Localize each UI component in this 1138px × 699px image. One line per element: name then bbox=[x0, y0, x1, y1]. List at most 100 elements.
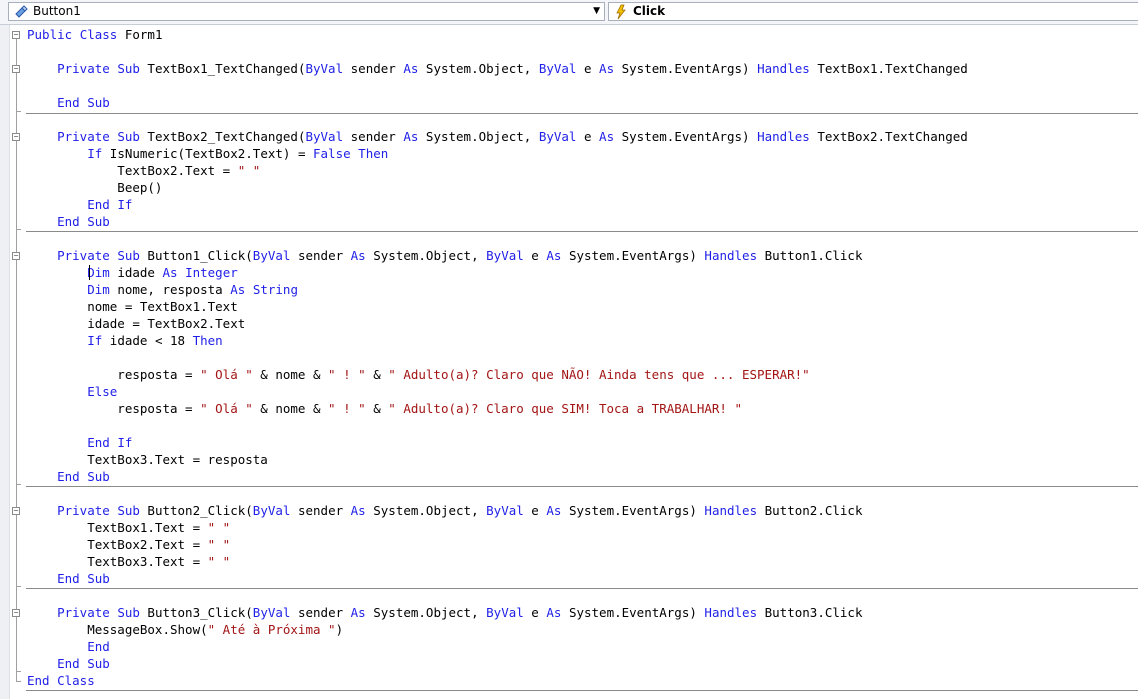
code-keyword: Sub bbox=[117, 605, 140, 620]
code-keyword: End bbox=[57, 656, 80, 671]
code-line[interactable]: Private Sub Button3_Click(ByVal sender A… bbox=[27, 604, 862, 621]
code-keyword: Private bbox=[57, 605, 110, 620]
code-line[interactable]: nome = TextBox1.Text bbox=[27, 298, 238, 315]
code-keyword: Private bbox=[57, 503, 110, 518]
code-keyword: As bbox=[546, 605, 562, 620]
code-text: Button3_Click( bbox=[139, 605, 253, 620]
code-keyword: If bbox=[117, 435, 133, 450]
code-keyword: End bbox=[87, 639, 110, 654]
code-keyword: As bbox=[350, 605, 366, 620]
outline-guide bbox=[16, 484, 21, 485]
code-text: & bbox=[365, 401, 389, 416]
code-text: TextBox1.Text = bbox=[27, 520, 208, 535]
collapse-textbox1-sub-icon[interactable]: − bbox=[12, 65, 20, 73]
code-text: System.Object, bbox=[365, 248, 487, 263]
code-line[interactable]: Public Class Form1 bbox=[27, 26, 162, 43]
chevron-down-icon[interactable]: ▼ bbox=[593, 3, 600, 20]
code-line[interactable]: TextBox1.Text = " " bbox=[27, 519, 230, 536]
code-line[interactable]: MessageBox.Show(" Até à Próxima ") bbox=[27, 621, 343, 638]
code-keyword: False bbox=[313, 146, 351, 161]
object-dropdown-value: Button1 bbox=[33, 4, 81, 18]
event-dropdown[interactable]: Click bbox=[608, 2, 1138, 21]
collapse-textbox2-sub-icon[interactable]: − bbox=[12, 133, 20, 141]
code-string: " Adulto(a)? Claro que SIM! Toca a TRABA… bbox=[388, 401, 742, 416]
code-keyword: Handles bbox=[757, 129, 810, 144]
code-line[interactable]: End Class bbox=[27, 672, 95, 689]
code-line[interactable]: End bbox=[27, 638, 110, 655]
code-line[interactable]: Beep() bbox=[27, 179, 162, 196]
code-keyword: As bbox=[162, 265, 178, 280]
code-string: " " bbox=[207, 520, 231, 535]
code-line[interactable]: End If bbox=[27, 196, 132, 213]
code-line[interactable]: End Sub bbox=[27, 213, 110, 230]
code-text: System.EventArgs) bbox=[614, 61, 758, 76]
code-line[interactable]: TextBox3.Text = resposta bbox=[27, 451, 268, 468]
code-line[interactable]: resposta = " Olá " & nome & " ! " & " Ad… bbox=[27, 366, 809, 383]
code-text: sender bbox=[343, 61, 404, 76]
code-line[interactable]: Private Sub Button2_Click(ByVal sender A… bbox=[27, 502, 862, 519]
code-keyword: As bbox=[599, 61, 615, 76]
code-keyword: ByVal bbox=[538, 61, 577, 76]
code-keyword: String bbox=[252, 282, 298, 297]
code-line[interactable]: Dim nome, resposta As String bbox=[27, 281, 298, 298]
code-line[interactable]: TextBox3.Text = " " bbox=[27, 553, 230, 570]
code-keyword: ByVal bbox=[305, 129, 344, 144]
code-text: TextBox3.Text = resposta bbox=[27, 452, 268, 467]
collapse-button2-sub-icon[interactable]: − bbox=[12, 507, 20, 515]
code-keyword: As bbox=[546, 248, 562, 263]
code-line[interactable]: If IsNumeric(TextBox2.Text) = False Then bbox=[27, 145, 388, 162]
code-editor[interactable]: − − − − − − Public Class Form1 Private S… bbox=[10, 25, 1138, 699]
code-line[interactable]: TextBox2.Text = " " bbox=[27, 536, 230, 553]
code-line[interactable]: resposta = " Olá " & nome & " ! " & " Ad… bbox=[27, 400, 742, 417]
code-line[interactable]: End Sub bbox=[27, 655, 110, 672]
procedure-separator bbox=[26, 486, 1138, 487]
code-line[interactable]: Private Sub TextBox1_TextChanged(ByVal s… bbox=[27, 60, 968, 77]
procedure-separator bbox=[26, 231, 1138, 232]
code-line[interactable]: idade = TextBox2.Text bbox=[27, 315, 245, 332]
code-keyword: As bbox=[403, 61, 419, 76]
code-keyword: ByVal bbox=[486, 503, 524, 518]
outline-guide bbox=[16, 681, 21, 682]
code-line[interactable]: TextBox2.Text = " " bbox=[27, 162, 260, 179]
code-line[interactable]: If idade < 18 Then bbox=[27, 332, 223, 349]
code-text: e bbox=[576, 61, 600, 76]
code-text: Button1_Click( bbox=[139, 248, 253, 263]
code-line[interactable]: Else bbox=[27, 383, 117, 400]
code-line[interactable]: Private Sub TextBox2_TextChanged(ByVal s… bbox=[27, 128, 968, 145]
code-keyword: ByVal bbox=[538, 129, 577, 144]
code-text: nome = TextBox1.Text bbox=[27, 299, 238, 314]
object-dropdown[interactable]: Button1 ▼ bbox=[8, 2, 605, 21]
code-text: Button2_Click( bbox=[139, 503, 253, 518]
code-line[interactable]: End Sub bbox=[27, 468, 110, 485]
code-text: sender bbox=[290, 503, 351, 518]
code-text: resposta = bbox=[27, 367, 201, 382]
code-line[interactable]: End If bbox=[27, 434, 132, 451]
code-text: sender bbox=[290, 248, 351, 263]
code-keyword: Dim bbox=[87, 265, 110, 280]
collapse-class-icon[interactable]: − bbox=[12, 31, 20, 39]
code-keyword: If bbox=[117, 197, 133, 212]
code-keyword: Sub bbox=[87, 469, 110, 484]
code-line[interactable]: End Sub bbox=[27, 94, 110, 111]
code-keyword: As bbox=[350, 248, 366, 263]
collapse-button3-sub-icon[interactable]: − bbox=[12, 609, 20, 617]
code-line[interactable]: Private Sub Button1_Click(ByVal sender A… bbox=[27, 247, 862, 264]
code-keyword: Sub bbox=[87, 95, 110, 110]
code-keyword: Then bbox=[192, 333, 223, 348]
code-line[interactable]: Dim idade As Integer bbox=[27, 264, 238, 281]
collapse-button1-sub-icon[interactable]: − bbox=[12, 252, 20, 260]
code-line[interactable]: End Sub bbox=[27, 570, 110, 587]
code-keyword: End bbox=[57, 571, 80, 586]
code-text: System.EventArgs) bbox=[614, 129, 758, 144]
code-text: idade bbox=[109, 265, 163, 280]
